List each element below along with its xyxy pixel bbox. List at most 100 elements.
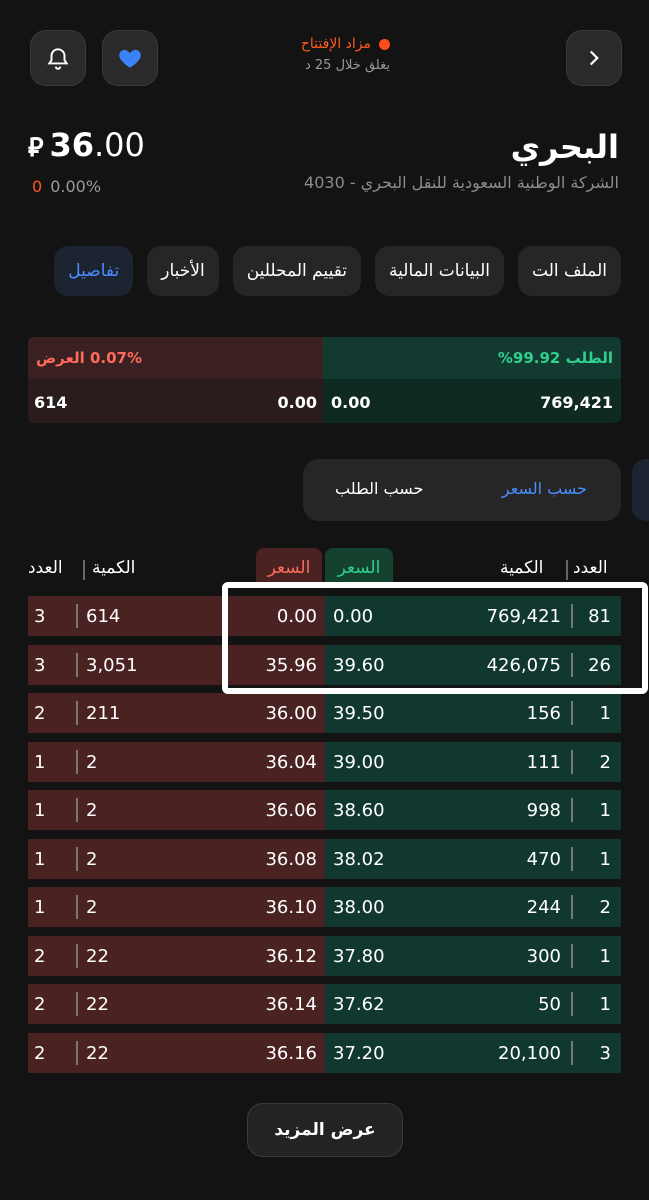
ask-price: 36.14 — [265, 994, 317, 1015]
tab-details[interactable]: تفاصيل — [54, 246, 134, 296]
header-qty-ask: الكمية — [92, 558, 136, 578]
toggle-by-order[interactable]: حسب الطلب — [335, 479, 423, 498]
bid-count: 1 — [599, 703, 611, 724]
ask-qty: 22 — [86, 945, 109, 967]
ask-side: 1 2 36.04 — [28, 741, 325, 782]
bid-percent-label: الطلب 99.92% — [497, 349, 613, 367]
tab-analyst-ratings[interactable]: تقييم المحللين — [232, 246, 362, 296]
order-book-row: 1 2 36.04 39.00 111 2 — [28, 741, 621, 782]
order-book-row: 1 2 36.06 38.60 998 1 — [28, 790, 621, 830]
ask-price: 36.16 — [265, 1042, 317, 1064]
order-book-row: 1 2 36.08 38.02 470 1 — [28, 838, 621, 879]
change-value: 0 — [32, 177, 43, 196]
bid-price: 39.50 — [333, 703, 385, 724]
highlight-box — [222, 582, 648, 694]
bid-side: 37.62 50 1 — [325, 984, 621, 1024]
header-count-ask: العدد — [28, 558, 63, 578]
bid-count: 1 — [599, 800, 611, 821]
auction-status: مزاد الإفتتاح يغلق خلال 25 د — [250, 36, 390, 73]
bid-price: 38.00 — [333, 897, 385, 918]
order-book-row: 2 22 36.14 37.62 50 1 — [28, 984, 621, 1024]
tab-financials[interactable]: البيانات المالية — [375, 246, 505, 296]
bid-side: 37.80 300 1 — [325, 935, 621, 976]
ask-count: 1 — [34, 848, 46, 870]
bid-total-qty: 769,421 — [540, 393, 613, 412]
toggle-by-price[interactable]: حسب السعر — [502, 479, 587, 498]
ask-qty: 22 — [86, 1042, 109, 1064]
change-percent: 0.00% — [50, 177, 102, 196]
back-button[interactable] — [566, 30, 622, 86]
chevron-right-icon — [589, 50, 599, 66]
ask-count: 2 — [34, 1042, 46, 1064]
ask-price: 36.06 — [265, 800, 317, 821]
bid-count: 1 — [599, 945, 611, 967]
ask-qty: 3,051 — [86, 654, 138, 676]
order-book-row: 1 2 36.10 38.00 244 2 — [28, 887, 621, 927]
stock-description: الشركة الوطنية السعودية للنقل البحري - 4… — [304, 173, 619, 192]
ask-side: 1 2 36.06 — [28, 790, 325, 830]
ask-count: 2 — [34, 945, 46, 967]
favorite-button[interactable] — [102, 30, 158, 86]
order-summary: 0.07% العرض 614 0.00 الطلب 99.92% 0.00 7… — [28, 337, 621, 423]
ask-price: 36.00 — [265, 703, 317, 724]
ask-qty: 2 — [86, 800, 98, 821]
ask-qty: 2 — [86, 848, 98, 870]
order-book-row: 2 22 36.16 37.20 20,100 3 — [28, 1032, 621, 1073]
tab-profile[interactable]: الملف الت — [518, 246, 621, 296]
bid-count: 2 — [599, 897, 611, 918]
ask-price: 36.08 — [265, 848, 317, 870]
ask-price: 36.10 — [265, 897, 317, 918]
bid-count: 2 — [599, 751, 611, 773]
ask-best-price: 0.00 — [277, 393, 317, 412]
ask-count: 2 — [34, 994, 46, 1015]
bid-price: 38.60 — [333, 800, 385, 821]
ask-side: 1 2 36.08 — [28, 838, 325, 879]
tab-news[interactable]: الأخبار — [147, 246, 219, 296]
stock-price: ⃁ 36.00 — [28, 126, 145, 164]
ask-count: 3 — [34, 654, 46, 676]
bid-price: 37.20 — [333, 1042, 385, 1064]
ask-qty: 2 — [86, 897, 98, 918]
ask-qty: 211 — [86, 703, 121, 724]
ask-count: 3 — [34, 606, 46, 627]
bid-qty: 244 — [526, 897, 561, 918]
bid-count: 3 — [599, 1042, 611, 1064]
ask-count: 2 — [34, 703, 46, 724]
ask-count: 1 — [34, 751, 46, 773]
toggle-extra-option[interactable] — [632, 459, 649, 521]
bid-price: 37.62 — [333, 994, 385, 1015]
bid-qty: 20,100 — [498, 1042, 561, 1064]
bid-price: 37.80 — [333, 945, 385, 967]
bid-qty: 998 — [526, 800, 561, 821]
ask-percent-label: 0.07% العرض — [36, 349, 143, 367]
ask-price: 36.12 — [265, 945, 317, 967]
ask-side: 2 22 36.16 — [28, 1032, 325, 1073]
notifications-button[interactable] — [30, 30, 86, 86]
bid-best-price: 0.00 — [331, 393, 371, 412]
bell-icon — [47, 48, 69, 70]
bid-price: 39.00 — [333, 751, 385, 773]
bid-side: 39.50 156 1 — [325, 693, 621, 733]
ask-side: 1 2 36.10 — [28, 887, 325, 927]
bid-side: 39.00 111 2 — [325, 741, 621, 782]
header-qty-bid: الكمية — [500, 558, 544, 578]
ask-qty: 614 — [86, 606, 121, 627]
ask-side: 2 22 36.12 — [28, 935, 325, 976]
header-count-bid: العدد — [573, 558, 608, 578]
bid-count: 1 — [599, 994, 611, 1015]
price-integer: 36 — [49, 126, 94, 164]
ask-price: 36.04 — [265, 751, 317, 773]
bid-side: 38.02 470 1 — [325, 838, 621, 879]
bid-qty: 470 — [526, 848, 561, 870]
order-book-row: 2 211 36.00 39.50 156 1 — [28, 693, 621, 733]
status-dot-icon — [379, 38, 390, 50]
auction-countdown: يغلق خلال 25 د — [304, 58, 390, 73]
ask-side: 2 211 36.00 — [28, 693, 325, 733]
auction-status-title: مزاد الإفتتاح — [300, 36, 371, 52]
show-more-button[interactable]: عرض المزيد — [247, 1103, 403, 1157]
bid-qty: 111 — [526, 751, 561, 773]
riyal-icon: ⃁ — [28, 133, 44, 163]
tab-bar: تفاصيل الأخبار تقييم المحللين البيانات ا… — [54, 246, 621, 296]
bid-qty: 50 — [538, 994, 561, 1015]
ask-qty: 22 — [86, 994, 109, 1015]
